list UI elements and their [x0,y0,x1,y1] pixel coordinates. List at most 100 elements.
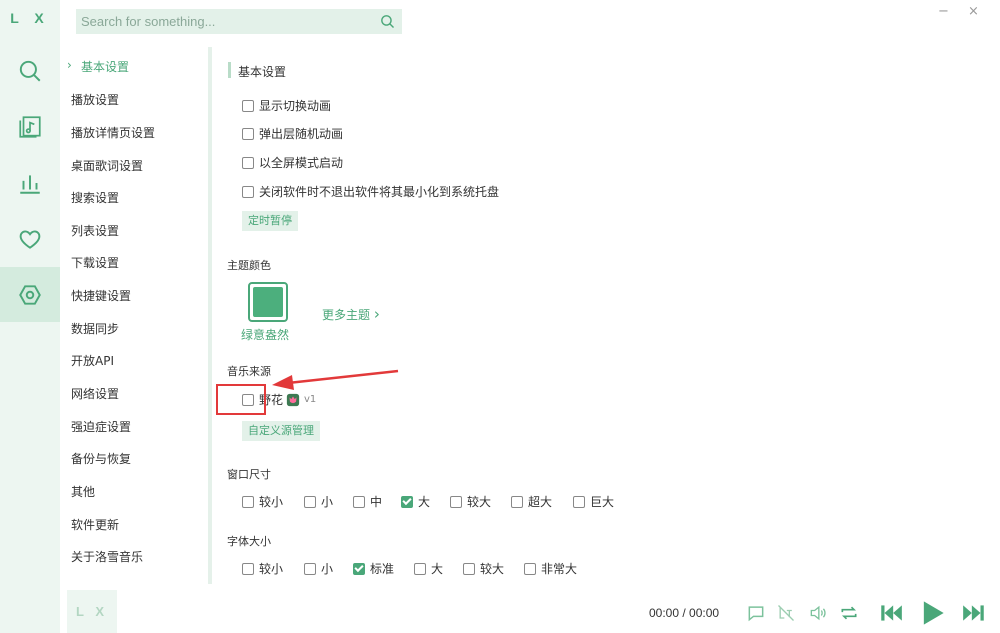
window-size-option[interactable]: 较小 [242,493,283,510]
section-accent-bar [228,62,231,78]
checkbox[interactable] [573,495,585,508]
window-size-option[interactable]: 巨大 [573,493,614,510]
checkbox[interactable] [242,495,254,508]
window-size-option[interactable]: 超大 [511,493,552,510]
nav-item-about[interactable]: 关于洛雪音乐 [71,548,143,565]
settings-content: 基本设置 显示切换动画 弹出层随机动画 以全屏模式启动 关闭软件时不退出软件将其… [212,47,1000,584]
app-logo: L X [10,10,50,26]
play-icon [923,601,944,625]
volume-icon [810,605,826,621]
chevron-right-icon: › [373,305,380,323]
nav-item-desktop-lyric[interactable]: 桌面歌词设置 [71,157,143,174]
search-icon [19,60,41,81]
timer-pause-button[interactable]: 定时暂停 [242,211,298,231]
next-button[interactable] [960,602,988,624]
checkbox[interactable] [401,495,413,508]
more-themes-link[interactable]: 更多主题 › [322,305,380,323]
nav-item-play-detail[interactable]: 播放详情页设置 [71,124,155,141]
option-switch-animation[interactable]: 显示切换动画 [242,97,331,114]
rail-favorites[interactable] [0,211,60,266]
comment-icon [748,606,764,622]
search-icon[interactable] [379,13,396,30]
rail-leaderboard[interactable] [0,155,60,210]
nav-item-hotkey[interactable]: 快捷键设置 [71,287,131,304]
prev-icon [881,605,902,621]
heart-icon [19,229,41,249]
section-title: 基本设置 [238,65,287,79]
checkbox[interactable] [304,495,316,508]
album-cover[interactable]: L X [67,590,117,633]
rail-song-list[interactable] [0,99,60,154]
annotation-arrow-icon [272,369,399,390]
window-size-option[interactable]: 小 [304,493,333,510]
play-time: 00:00 / 00:00 [649,606,720,620]
settings-icon [19,284,41,305]
option-fullscreen-start[interactable]: 以全屏模式启动 [242,154,343,171]
theme-swatch[interactable] [248,282,288,322]
nav-item-play[interactable]: 播放设置 [71,91,119,108]
font-size-option[interactable]: 非常大 [524,560,577,577]
font-size-heading: 字体大小 [227,535,271,548]
close-button[interactable]: × [968,4,979,19]
comment-button[interactable] [745,602,767,624]
chevron-right-icon: › [67,58,72,72]
prev-button[interactable] [877,602,905,624]
rail-settings[interactable] [0,267,60,322]
checkbox[interactable] [304,562,316,575]
checkbox[interactable] [450,495,462,508]
nav-item-other[interactable]: 其他 [71,483,95,500]
flower-icon [286,393,300,406]
font-size-option[interactable]: 较大 [463,560,504,577]
checkbox[interactable] [511,495,523,508]
window-size-option[interactable]: 较大 [450,493,491,510]
checkbox[interactable] [242,185,254,198]
checkbox[interactable] [353,562,365,575]
font-size-option[interactable]: 标准 [353,560,394,577]
nav-item-open-api[interactable]: 开放API [71,352,114,369]
theme-color [253,287,283,317]
nav-item-download[interactable]: 下载设置 [71,254,119,271]
source-heading: 音乐来源 [227,365,271,378]
nav-item-list[interactable]: 列表设置 [71,222,119,239]
checkbox[interactable] [463,562,475,575]
desktop-lyric-button[interactable] [775,602,797,624]
font-size-option[interactable]: 小 [304,560,333,577]
search-bar[interactable] [76,9,402,34]
music-list-icon [19,115,41,138]
font-size-option[interactable]: 较小 [242,560,283,577]
loop-button[interactable] [838,602,860,624]
minimize-button[interactable]: − [938,4,949,19]
chart-icon [20,174,40,194]
checkbox[interactable] [242,99,254,112]
nav-item-backup[interactable]: 备份与恢复 [71,450,131,467]
custom-source-button[interactable]: 自定义源管理 [242,421,320,441]
window-size-option[interactable]: 中 [353,493,382,510]
play-button[interactable] [918,601,946,625]
nav-item-update[interactable]: 软件更新 [71,516,119,533]
nav-item-search[interactable]: 搜索设置 [71,189,119,206]
next-icon [963,605,984,621]
nav-item-network[interactable]: 网络设置 [71,385,119,402]
checkbox[interactable] [524,562,536,575]
checkbox[interactable] [353,495,365,508]
option-popup-random-animation[interactable]: 弹出层随机动画 [242,125,343,142]
option-minimize-to-tray[interactable]: 关闭软件时不退出软件将其最小化到系统托盘 [242,183,499,200]
nav-item-basic[interactable]: › 基本设置 [67,58,129,75]
theme-name: 绿意盎然 [241,328,290,342]
nav-item-ocd[interactable]: 强迫症设置 [71,418,131,435]
nav-item-sync[interactable]: 数据同步 [71,320,119,337]
window-size-option[interactable]: 大 [401,493,430,510]
checkbox[interactable] [414,562,426,575]
theme-heading: 主题颜色 [227,259,271,272]
settings-nav: › 基本设置 播放设置 播放详情页设置 桌面歌词设置 搜索设置 列表设置 下载设置… [60,47,208,584]
font-size-option[interactable]: 大 [414,560,443,577]
loop-icon [841,606,857,620]
checkbox[interactable] [242,562,254,575]
rail-search[interactable] [0,43,60,98]
icon-rail: L X [0,0,60,633]
checkbox[interactable] [242,156,254,169]
volume-button[interactable] [807,602,829,624]
annotation-highlight-box [216,384,266,415]
checkbox[interactable] [242,127,254,140]
search-input[interactable] [81,14,371,29]
